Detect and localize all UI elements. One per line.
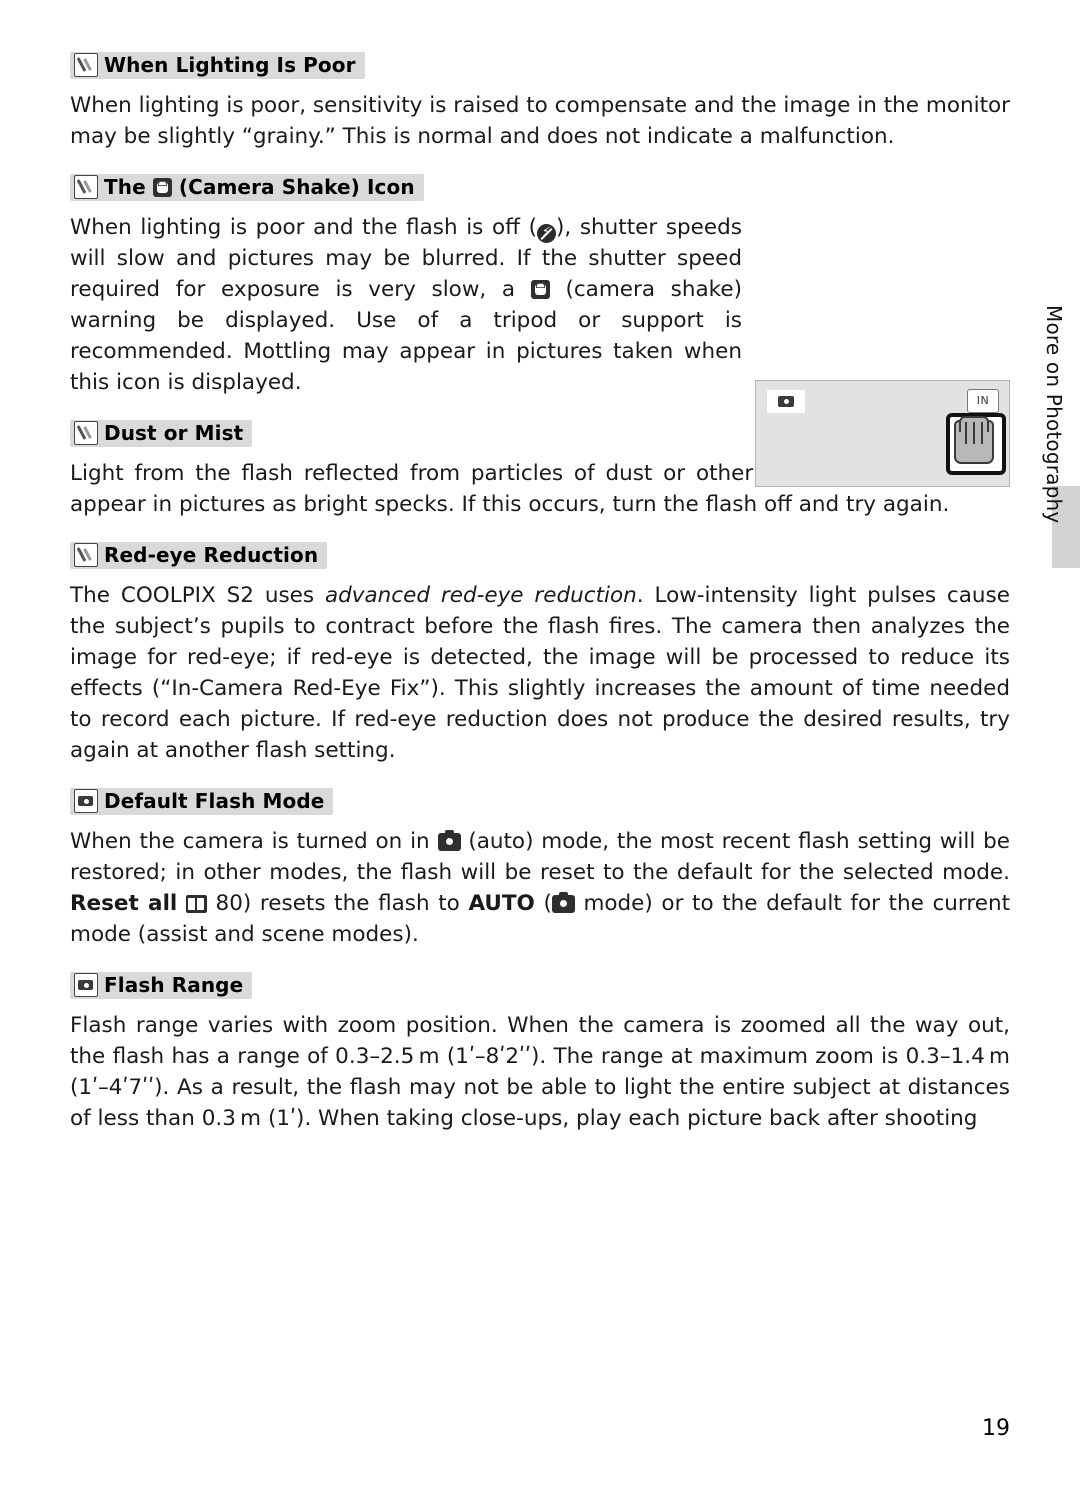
flash-off-icon: ⚡ <box>536 224 556 243</box>
auto-mode-camera-icon <box>437 830 461 851</box>
heading-text: When Lighting Is Poor <box>104 53 356 77</box>
shake-hand-glyph <box>954 416 994 464</box>
pencil-note-icon <box>74 175 98 199</box>
section-heading-when-lighting-is-poor: When Lighting Is Poor <box>70 50 1010 80</box>
page-content: When Lighting Is Poor When lighting is p… <box>70 50 1010 1156</box>
bold-reset-all: Reset all <box>70 891 178 916</box>
camera-shake-warning-icon <box>946 413 1006 475</box>
camera-auto-mode-icon <box>767 390 805 413</box>
section-heading-default-flash-mode: Default Flash Mode <box>70 786 1010 816</box>
section-heading-flash-range: Flash Range <box>70 970 1010 1000</box>
page-number: 19 <box>982 1416 1010 1441</box>
paragraph-red-eye-reduction: The COOLPIX S2 uses advanced red-eye red… <box>70 583 1010 763</box>
emphasis-advanced-red-eye-reduction: advanced red-eye reduction <box>324 583 637 608</box>
section-heading-camera-shake-icon: The (Camera Shake) Icon <box>70 172 1010 202</box>
auto-mode-camera-icon <box>551 892 575 913</box>
pencil-note-icon <box>74 421 98 445</box>
camera-shake-hand-icon <box>530 280 550 299</box>
heading-text: Red-eye Reduction <box>104 543 319 567</box>
internal-memory-indicator: IN <box>967 389 999 413</box>
heading-text: Flash Range <box>104 973 244 997</box>
heading-text: Dust or Mist <box>104 421 244 445</box>
chapter-side-label: More on Photography <box>1042 305 1066 524</box>
camera-note-icon <box>74 973 98 997</box>
camera-monitor-illustration: IN <box>755 380 1010 487</box>
heading-text: Default Flash Mode <box>104 789 325 813</box>
heading-text-prefix: The <box>104 175 153 199</box>
heading-text-suffix: (Camera Shake) Icon <box>171 175 415 199</box>
manual-page: When Lighting Is Poor When lighting is p… <box>0 0 1080 1486</box>
pencil-note-icon <box>74 53 98 77</box>
camera-note-icon <box>74 789 98 813</box>
paragraph-default-flash-mode: When the camera is turned on in (auto) m… <box>70 829 1010 947</box>
paragraph-flash-range: Flash range varies with zoom position. W… <box>70 1013 1010 1131</box>
reference-book-icon <box>185 895 207 913</box>
paragraph-when-lighting-is-poor: When lighting is poor, sensitivity is ra… <box>70 93 1010 149</box>
section-heading-red-eye-reduction: Red-eye Reduction <box>70 540 1010 570</box>
pencil-note-icon <box>74 543 98 567</box>
bold-auto: AUTO <box>468 891 535 916</box>
camera-shake-hand-icon <box>152 178 172 197</box>
paragraph-camera-shake: When lighting is poor and the flash is o… <box>70 215 742 395</box>
